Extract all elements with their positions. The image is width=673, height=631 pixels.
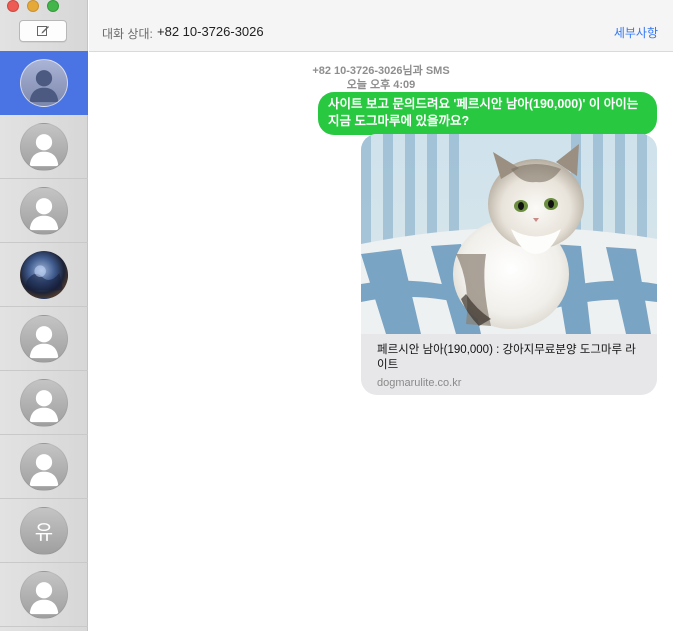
conversation-item[interactable] <box>0 307 88 371</box>
conversation-item[interactable] <box>0 371 88 435</box>
person-icon <box>29 325 59 358</box>
person-icon <box>29 453 59 486</box>
recipient-field[interactable]: +82 10-3726-3026 <box>157 24 264 39</box>
conversation-item[interactable] <box>0 243 88 307</box>
window-controls <box>7 0 59 12</box>
compose-button[interactable] <box>19 20 67 42</box>
photo-icon <box>24 264 64 290</box>
compose-icon <box>37 26 49 36</box>
avatar <box>20 442 68 491</box>
zoom-window-button[interactable] <box>47 0 59 12</box>
avatar <box>20 122 68 171</box>
conversation-item[interactable]: 유 <box>0 499 88 563</box>
conversation-item[interactable] <box>0 51 88 115</box>
avatar-initial: 유 <box>20 506 68 555</box>
avatar <box>20 314 68 363</box>
link-preview-domain: dogmarulite.co.kr <box>377 377 462 389</box>
avatar <box>20 378 68 427</box>
conversation-header: 대화 상대: +82 10-3726-3026 세부사항 <box>89 0 673 52</box>
sent-message-bubble[interactable]: 사이트 보고 문의드려요 '페르시안 남아(190,000)' 이 아이는 지금… <box>318 92 657 135</box>
message-thread: +82 10-3726-3026님과 SMS 오늘 오후 4:09 사이트 보고… <box>89 52 673 631</box>
link-preview-title: 페르시안 남아(190,000) : 강아지무료분양 도그마루 라이트 <box>377 344 636 371</box>
conversation-list: 유 <box>0 51 88 627</box>
conversation-item[interactable] <box>0 563 88 627</box>
kitten-photo <box>361 134 657 334</box>
recipient-label: 대화 상대: <box>102 27 153 41</box>
link-preview-image <box>361 134 657 334</box>
person-icon <box>29 389 59 422</box>
avatar <box>20 570 68 619</box>
conversation-item[interactable] <box>0 179 88 243</box>
avatar <box>20 186 68 235</box>
avatar <box>20 58 68 107</box>
person-icon <box>29 581 59 614</box>
person-icon <box>29 133 59 166</box>
person-icon <box>29 197 59 230</box>
close-window-button[interactable] <box>7 0 19 12</box>
thread-timestamp: 오늘 오후 4:09 <box>346 79 416 91</box>
avatar-photo <box>20 250 68 299</box>
conversation-item[interactable] <box>0 115 88 179</box>
conversation-sidebar: 유 <box>0 0 88 631</box>
details-button[interactable]: 세부사항 <box>614 24 658 41</box>
minimize-window-button[interactable] <box>27 0 39 12</box>
avatar-initial-text: 유 <box>34 520 54 544</box>
conversation-item[interactable] <box>0 435 88 499</box>
link-preview-card[interactable]: 페르시안 남아(190,000) : 강아지무료분양 도그마루 라이트 dogm… <box>361 134 657 395</box>
person-icon <box>29 69 59 102</box>
